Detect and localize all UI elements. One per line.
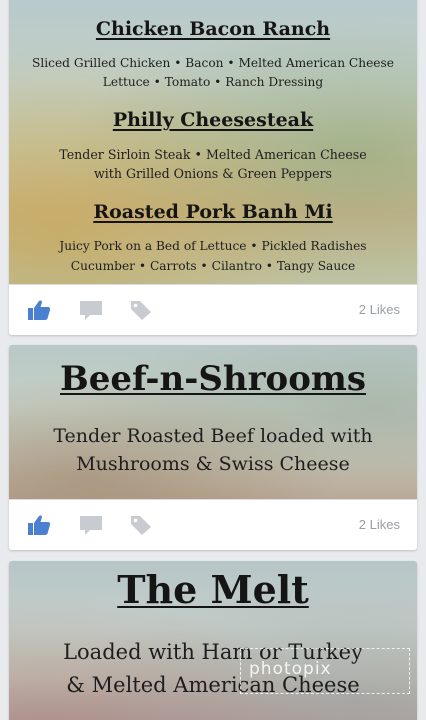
post-card-3: The Melt Loaded with Ham or Turkey & Mel…	[9, 561, 417, 720]
menu-item-title: Roasted Pork Banh Mi	[93, 201, 333, 223]
menu-item-description: Cucumber • Carrots • Cilantro • Tangy Sa…	[70, 259, 356, 273]
tag-icon[interactable]	[129, 514, 153, 536]
menu-photo-3[interactable]: The Melt Loaded with Ham or Turkey & Mel…	[9, 561, 417, 720]
menu-item-description: Juicy Pork on a Bed of Lettuce • Pickled…	[59, 239, 367, 253]
watermark-text: photopix	[249, 659, 332, 679]
menu-item-title: Beef-n-Shrooms	[59, 359, 367, 399]
menu-item-description: Sliced Grilled Chicken • Bacon • Melted …	[31, 56, 394, 70]
likes-count[interactable]: 2 Likes	[359, 517, 400, 532]
post-card-2: Beef-n-Shrooms Tender Roasted Beef loade…	[9, 345, 417, 550]
menu-item-description: Lettuce • Tomato • Ranch Dressing	[102, 75, 324, 89]
post-action-bar: 2 Likes	[9, 284, 417, 334]
menu-photo-1[interactable]: Chicken Bacon Ranch Sliced Grilled Chick…	[9, 0, 417, 284]
post-card-1: Chicken Bacon Ranch Sliced Grilled Chick…	[9, 0, 417, 335]
menu-photo-2[interactable]: Beef-n-Shrooms Tender Roasted Beef loade…	[9, 345, 417, 499]
menu-item-title: Philly Cheesesteak	[112, 109, 314, 131]
tag-icon[interactable]	[129, 299, 153, 321]
menu-item-description: with Grilled Onions & Green Peppers	[93, 166, 333, 181]
watermark-logo: photopix	[240, 648, 410, 694]
thumbs-up-icon[interactable]	[27, 299, 51, 321]
menu-item-description: Tender Sirloin Steak • Melted American C…	[59, 147, 367, 162]
thumbs-up-icon[interactable]	[27, 514, 51, 536]
post-action-bar: 2 Likes	[9, 499, 417, 549]
menu-item-title: The Melt	[117, 567, 309, 612]
comment-icon[interactable]	[79, 514, 103, 536]
likes-count[interactable]: 2 Likes	[359, 302, 400, 317]
menu-item-title: Chicken Bacon Ranch	[95, 18, 331, 40]
menu-item-description: Mushrooms & Swiss Cheese	[76, 453, 350, 475]
menu-item-description: Tender Roasted Beef loaded with	[53, 425, 373, 447]
comment-icon[interactable]	[79, 299, 103, 321]
